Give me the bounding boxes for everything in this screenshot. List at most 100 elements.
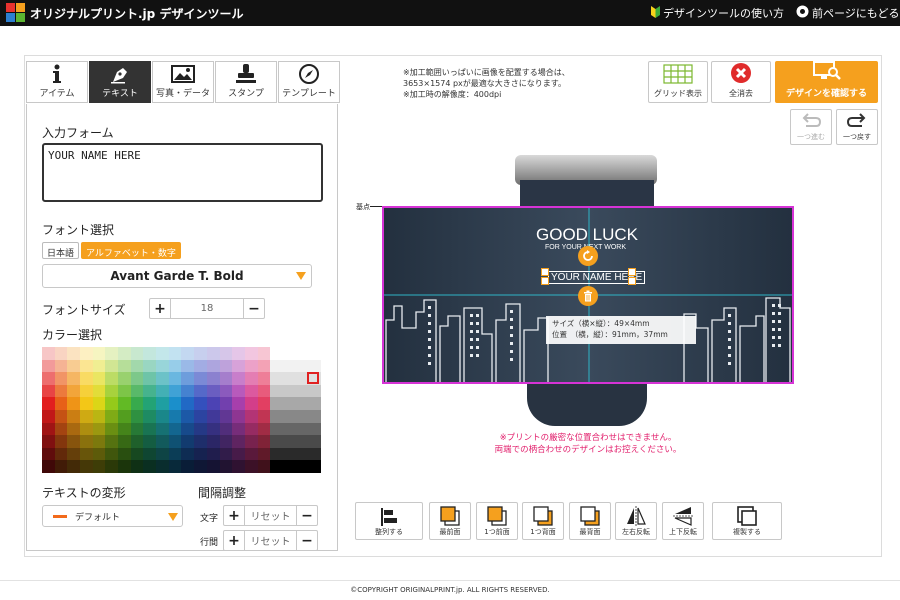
color-swatch[interactable] xyxy=(156,447,169,461)
redo-button[interactable]: 一つ進む xyxy=(790,109,832,145)
color-swatch[interactable] xyxy=(54,372,68,385)
color-swatch[interactable] xyxy=(168,372,182,385)
color-swatch[interactable] xyxy=(194,410,207,423)
color-swatch[interactable] xyxy=(118,384,131,398)
color-swatch[interactable] xyxy=(206,372,220,385)
color-swatch[interactable] xyxy=(308,372,321,385)
color-swatch[interactable] xyxy=(42,447,55,461)
color-swatch[interactable] xyxy=(194,422,207,436)
color-swatch[interactable] xyxy=(206,447,220,461)
color-swatch[interactable] xyxy=(92,384,106,398)
color-swatch[interactable] xyxy=(156,435,169,448)
color-swatch[interactable] xyxy=(54,447,68,461)
color-swatch[interactable] xyxy=(54,359,68,373)
color-swatch[interactable] xyxy=(143,422,157,436)
color-swatch[interactable] xyxy=(42,372,55,385)
color-swatch[interactable] xyxy=(156,397,169,410)
color-swatch[interactable] xyxy=(181,435,195,448)
color-swatch[interactable] xyxy=(295,384,309,398)
color-swatch[interactable] xyxy=(105,410,119,423)
color-swatch[interactable] xyxy=(143,447,157,461)
design-title-text[interactable]: GOOD LUCK xyxy=(536,225,638,245)
help-link[interactable]: デザインツールの使い方 xyxy=(651,5,784,21)
flip-vertical-button[interactable]: 上下反転 xyxy=(662,502,704,540)
color-swatch[interactable] xyxy=(42,460,55,473)
color-swatch[interactable] xyxy=(181,347,195,360)
bring-forward-button[interactable]: 1つ前面 xyxy=(476,502,518,540)
color-swatch[interactable] xyxy=(80,447,93,461)
color-swatch[interactable] xyxy=(168,347,182,360)
color-swatch[interactable] xyxy=(232,359,245,373)
bring-front-button[interactable]: 最前面 xyxy=(429,502,471,540)
color-swatch[interactable] xyxy=(156,460,169,473)
color-swatch[interactable] xyxy=(232,397,245,410)
color-swatch[interactable] xyxy=(181,372,195,385)
color-swatch[interactable] xyxy=(194,447,207,461)
color-swatch[interactable] xyxy=(206,435,220,448)
color-swatch[interactable] xyxy=(54,410,68,423)
logo[interactable]: オリジナルプリント.jp デザインツール xyxy=(6,3,243,23)
line-spacing-reset[interactable]: リセット xyxy=(244,531,297,550)
color-swatch[interactable] xyxy=(42,422,55,436)
color-swatch[interactable] xyxy=(156,422,169,436)
color-swatch[interactable] xyxy=(105,422,119,436)
clear-all-button[interactable]: 全消去 xyxy=(711,61,771,103)
color-swatch[interactable] xyxy=(270,384,283,398)
color-swatch[interactable] xyxy=(282,435,296,448)
color-swatch[interactable] xyxy=(143,372,157,385)
color-swatch[interactable] xyxy=(168,384,182,398)
color-swatch[interactable] xyxy=(130,359,144,373)
color-swatch[interactable] xyxy=(168,410,182,423)
color-swatch[interactable] xyxy=(156,372,169,385)
color-swatch[interactable] xyxy=(143,359,157,373)
color-swatch[interactable] xyxy=(67,359,81,373)
color-swatch[interactable] xyxy=(92,397,106,410)
color-swatch[interactable] xyxy=(143,347,157,360)
color-swatch[interactable] xyxy=(257,384,271,398)
color-swatch[interactable] xyxy=(194,435,207,448)
color-swatch[interactable] xyxy=(257,347,271,360)
send-backward-button[interactable]: 1つ背面 xyxy=(522,502,564,540)
color-swatch[interactable] xyxy=(244,384,258,398)
color-swatch[interactable] xyxy=(282,447,296,461)
tab-template[interactable]: テンプレート xyxy=(278,61,340,103)
color-swatch[interactable] xyxy=(232,372,245,385)
font-chip-japanese[interactable]: 日本語 xyxy=(42,242,80,259)
color-swatch[interactable] xyxy=(219,435,233,448)
color-swatch[interactable] xyxy=(118,460,131,473)
color-swatch[interactable] xyxy=(244,397,258,410)
color-swatch[interactable] xyxy=(308,397,321,410)
color-swatch[interactable] xyxy=(181,410,195,423)
color-swatch[interactable] xyxy=(219,347,233,360)
color-swatch[interactable] xyxy=(270,435,283,448)
color-swatch[interactable] xyxy=(105,435,119,448)
color-swatch[interactable] xyxy=(67,384,81,398)
color-swatch[interactable] xyxy=(143,410,157,423)
color-swatch[interactable] xyxy=(282,397,296,410)
color-swatch[interactable] xyxy=(282,384,296,398)
resize-handle-top-right[interactable] xyxy=(628,268,636,276)
color-swatch[interactable] xyxy=(270,422,283,436)
color-swatch[interactable] xyxy=(143,435,157,448)
color-swatch[interactable] xyxy=(181,359,195,373)
color-swatch[interactable] xyxy=(232,447,245,461)
color-swatch[interactable] xyxy=(232,384,245,398)
text-input-field[interactable]: YOUR NAME HERE xyxy=(42,143,323,202)
color-swatch[interactable] xyxy=(244,435,258,448)
color-swatch[interactable] xyxy=(80,397,93,410)
color-swatch[interactable] xyxy=(67,460,81,473)
color-swatch[interactable] xyxy=(42,435,55,448)
color-swatch[interactable] xyxy=(194,359,207,373)
color-swatch[interactable] xyxy=(130,447,144,461)
color-swatch[interactable] xyxy=(295,359,309,373)
color-swatch[interactable] xyxy=(80,435,93,448)
color-swatch[interactable] xyxy=(92,410,106,423)
color-palette[interactable] xyxy=(42,347,321,473)
color-swatch[interactable] xyxy=(206,397,220,410)
color-swatch[interactable] xyxy=(219,447,233,461)
color-swatch[interactable] xyxy=(308,359,321,373)
color-swatch[interactable] xyxy=(118,447,131,461)
align-button[interactable]: 整列する xyxy=(355,502,423,540)
color-swatch[interactable] xyxy=(42,384,55,398)
color-swatch[interactable] xyxy=(80,372,93,385)
